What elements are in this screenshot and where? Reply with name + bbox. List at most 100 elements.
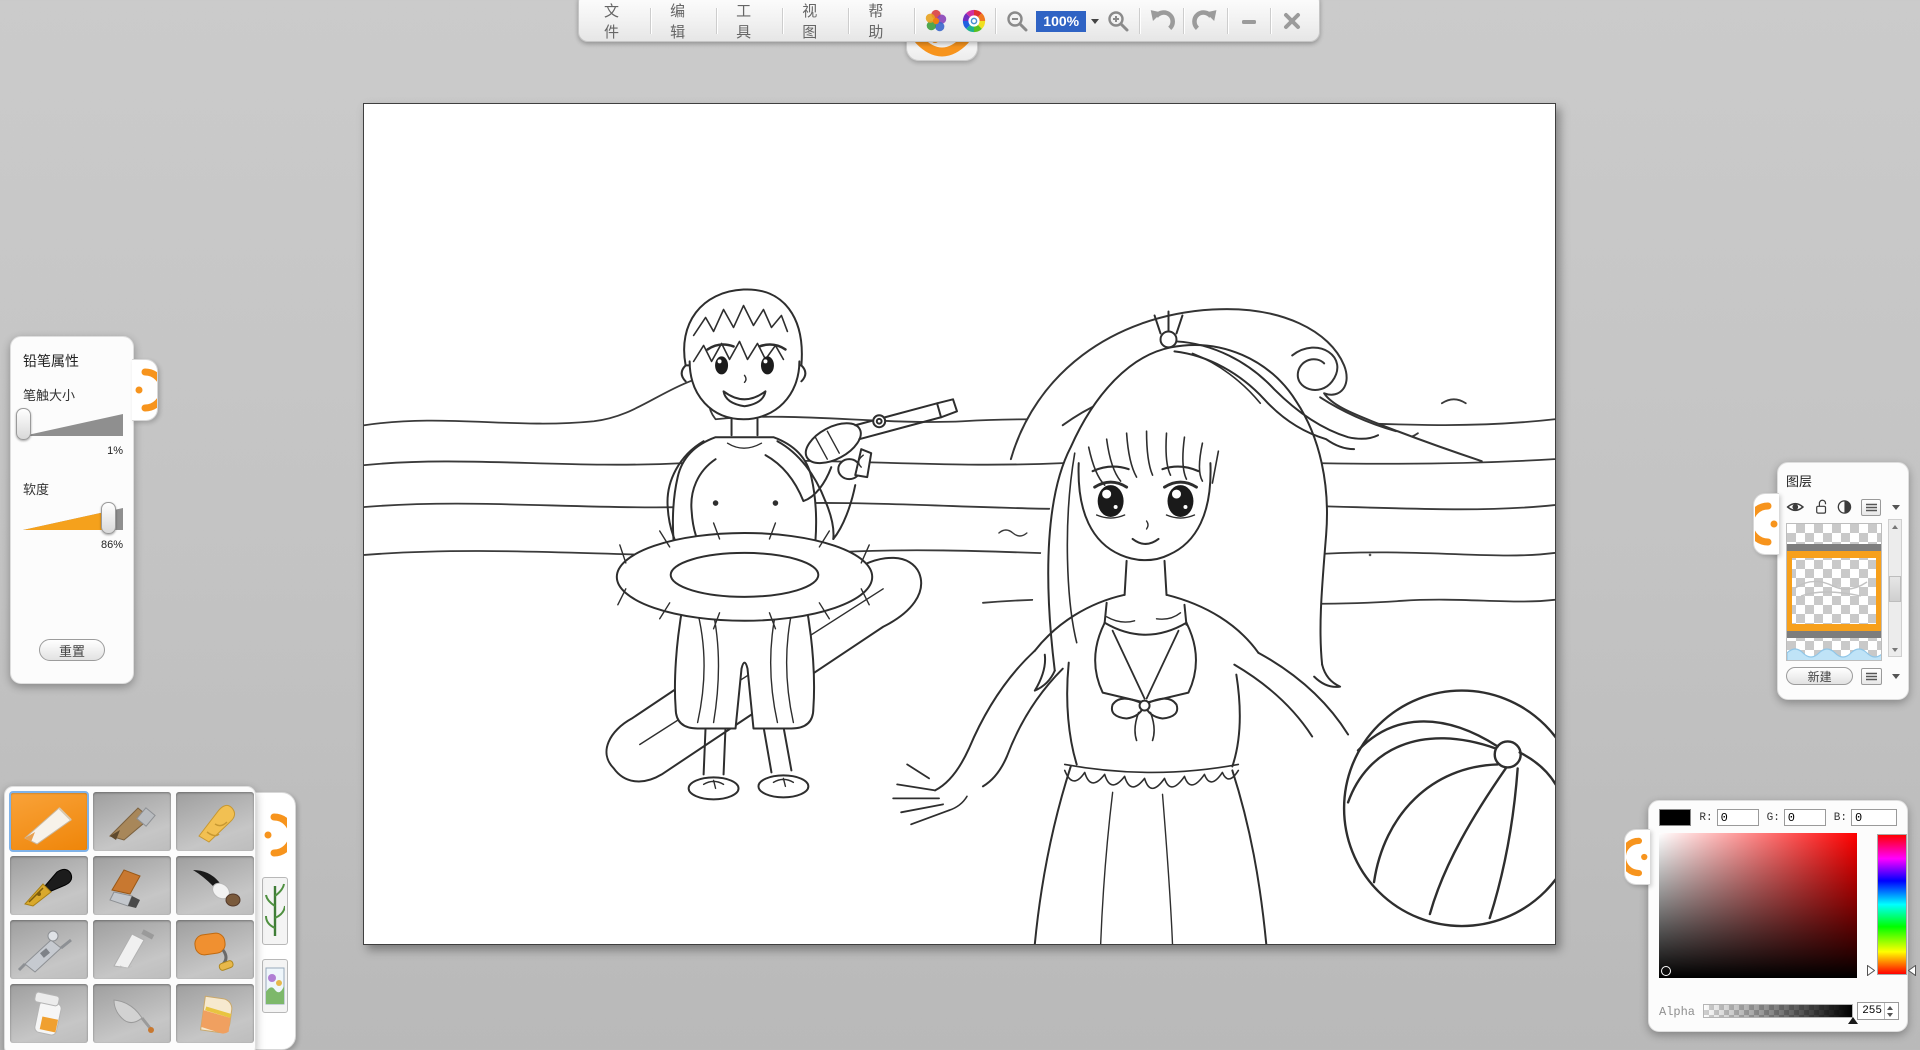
layer-row-divider: [1787, 544, 1881, 551]
zoom-dropdown-arrow-icon[interactable]: [1091, 19, 1099, 24]
paint-jar-icon: [17, 990, 81, 1038]
layer-blend-menu-button[interactable]: [1861, 499, 1881, 516]
pen-icon: [17, 862, 81, 910]
softness-slider[interactable]: [23, 502, 123, 536]
panel-handle-icon[interactable]: [263, 807, 287, 863]
brush-size-slider-thumb[interactable]: [16, 408, 31, 440]
tool-palette: [4, 786, 256, 1050]
wood-pencil-icon: [100, 798, 164, 846]
layer-thumbnail-waves: [1787, 643, 1882, 661]
tool-ink-brush[interactable]: [176, 856, 254, 915]
brush-size-slider[interactable]: [23, 408, 123, 442]
pencil-panel-handle[interactable]: [132, 359, 158, 421]
layers-options-dropdown-arrow-icon[interactable]: [1892, 674, 1900, 679]
layers-options-button[interactable]: [1861, 668, 1882, 685]
line-art-drawing: [364, 104, 1555, 944]
zoom-level-combo[interactable]: 100%: [1036, 11, 1099, 32]
scroll-up-icon[interactable]: [1889, 520, 1901, 533]
menu-edit[interactable]: 编辑: [653, 4, 714, 38]
menu-file[interactable]: 文件: [587, 4, 648, 38]
layers-panel-title: 图层: [1786, 471, 1900, 490]
menu-file-label: 文件: [604, 0, 631, 42]
bamboo-preset-icon: [265, 882, 285, 940]
alpha-value-box: [1857, 1002, 1899, 1020]
tool-paint-jar[interactable]: [10, 984, 88, 1043]
eraser-icon: [183, 990, 247, 1038]
tool-airbrush[interactable]: [10, 920, 88, 979]
scrollbar-thumb[interactable]: [1889, 576, 1901, 602]
layer-opacity-icon[interactable]: [1837, 499, 1852, 515]
zoom-level-value[interactable]: 100%: [1036, 11, 1086, 32]
toolbar-divider: [1227, 8, 1228, 34]
toolbar-divider: [995, 8, 996, 34]
reset-button[interactable]: 重置: [39, 639, 105, 661]
panel-handle-icon: [133, 362, 157, 418]
green-input[interactable]: [1784, 809, 1826, 826]
tool-eraser[interactable]: [176, 984, 254, 1043]
menu-view[interactable]: 视图: [785, 4, 846, 38]
alpha-spin-down-icon[interactable]: [1887, 1013, 1893, 1017]
minimize-icon: [1238, 10, 1260, 32]
current-color-swatch[interactable]: [1659, 809, 1691, 826]
redo-icon: [1192, 8, 1219, 35]
blue-input[interactable]: [1851, 809, 1897, 826]
airbrush-icon: [17, 926, 81, 974]
softness-value: 86%: [23, 539, 123, 551]
menu-tools[interactable]: 工具: [719, 4, 780, 38]
alpha-spin-up-icon[interactable]: [1887, 1006, 1893, 1010]
panel-handle-icon: [1626, 832, 1650, 882]
alpha-slider[interactable]: [1703, 1004, 1853, 1018]
palette-knife-icon: [100, 926, 164, 974]
tool-paint-roller[interactable]: [176, 920, 254, 979]
toolbar-divider: [848, 8, 849, 34]
tool-palette-knife[interactable]: [93, 920, 171, 979]
undo-button[interactable]: [1142, 4, 1181, 38]
layer-lock-icon[interactable]: [1814, 498, 1829, 516]
pencil-icon: [17, 798, 81, 846]
color-panel-handle[interactable]: [1624, 829, 1650, 885]
preset-bamboo-button[interactable]: [262, 877, 288, 945]
zoom-out-icon: [1005, 9, 1029, 33]
red-label: R:: [1699, 812, 1712, 824]
tool-pen[interactable]: [10, 856, 88, 915]
hue-marker-right-icon[interactable]: [1908, 965, 1916, 976]
color-wheel-button[interactable]: [955, 4, 993, 38]
color-picker-cursor[interactable]: [1661, 966, 1671, 976]
toolbar-divider: [1270, 8, 1271, 34]
zoom-out-button[interactable]: [998, 4, 1036, 38]
tool-palette-tab: [254, 792, 296, 1050]
alpha-input[interactable]: [1858, 1005, 1884, 1017]
toolbar-divider: [1139, 8, 1140, 34]
saturation-value-picker[interactable]: [1659, 833, 1857, 978]
menu-edit-label: 编辑: [670, 0, 697, 42]
hue-slider[interactable]: [1877, 834, 1907, 975]
minimize-button[interactable]: [1230, 4, 1268, 38]
softness-slider-thumb[interactable]: [101, 502, 116, 534]
hue-marker-left-icon[interactable]: [1867, 965, 1875, 976]
menu-help[interactable]: 帮助: [851, 4, 912, 38]
tool-flat-brush[interactable]: [93, 856, 171, 915]
undo-icon: [1148, 8, 1175, 35]
tool-water-brush[interactable]: [93, 984, 171, 1043]
layer-visibility-eye-icon[interactable]: [1786, 499, 1805, 515]
scroll-down-icon[interactable]: [1889, 643, 1901, 656]
canvas[interactable]: [363, 103, 1556, 945]
close-button[interactable]: [1273, 4, 1311, 38]
tool-pencil[interactable]: [10, 792, 88, 851]
main-toolbar: 文件 编辑 工具 视图 帮助: [578, 0, 1320, 42]
layer-list-scrollbar[interactable]: [1888, 519, 1902, 657]
red-input[interactable]: [1717, 809, 1759, 826]
color-mixer-button[interactable]: [917, 4, 955, 38]
preset-picture-button[interactable]: [262, 959, 288, 1013]
tool-wood-pencil[interactable]: [93, 792, 171, 851]
color-wheel-icon: [961, 7, 987, 35]
tool-crayon[interactable]: [176, 792, 254, 851]
layer-menu-dropdown-arrow-icon[interactable]: [1892, 505, 1900, 510]
redo-button[interactable]: [1186, 4, 1225, 38]
menu-help-label: 帮助: [868, 0, 895, 42]
zoom-in-button[interactable]: [1099, 4, 1137, 38]
layers-panel-handle[interactable]: [1753, 493, 1779, 555]
new-layer-button[interactable]: 新建: [1786, 667, 1853, 685]
toolbar-divider: [1183, 8, 1184, 34]
menu-view-label: 视图: [802, 0, 829, 42]
